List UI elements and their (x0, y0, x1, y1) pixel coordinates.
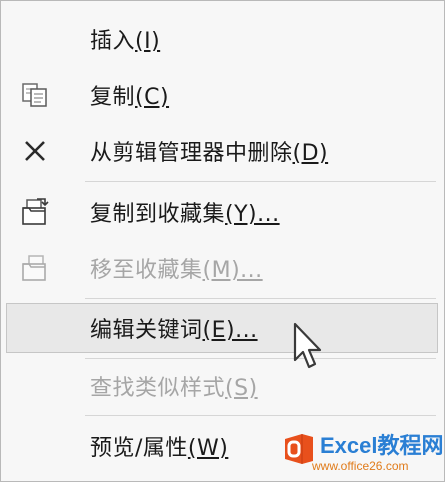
delete-x-icon (6, 126, 64, 176)
menu-item-label: 复制(C) (90, 85, 170, 110)
menu-item-label: 插入(I) (90, 29, 161, 54)
menu-separator (85, 181, 436, 182)
mouse-cursor-icon (292, 322, 326, 376)
menu-item-find-similar-style[interactable]: 查找类似样式(S) (6, 361, 438, 411)
watermark-url: www.office26.com (312, 459, 409, 473)
move-to-collection-icon (6, 243, 64, 293)
menu-separator (85, 298, 436, 299)
menu-item-label: 复制到收藏集(Y)... (90, 202, 280, 227)
menu-item-label: 移至收藏集(M)... (90, 258, 263, 283)
menu-separator (85, 358, 436, 359)
menu-item-copy-to-collection[interactable]: 复制到收藏集(Y)... (6, 187, 438, 237)
copy-icon (6, 70, 64, 120)
watermark: Excel教程网 www.office26.com (282, 428, 444, 478)
menu-item-delete-from-organizer[interactable]: 从剪辑管理器中删除(D) (6, 126, 438, 176)
menu-item-move-to-collection[interactable]: 移至收藏集(M)... (6, 243, 438, 293)
menu-item-insert[interactable]: 插入(I) (6, 14, 438, 64)
menu-item-label: 编辑关键词(E)... (90, 318, 258, 343)
menu-item-copy[interactable]: 复制(C) (6, 70, 438, 120)
context-menu: 插入(I) 复制(C) 从剪辑管理器中删除(D) 复制到收藏集(Y)... 移至… (0, 0, 445, 482)
menu-item-label: 预览/属性(W) (90, 436, 229, 461)
copy-to-collection-icon (6, 187, 64, 237)
menu-item-edit-keywords[interactable]: 编辑关键词(E)... (6, 303, 438, 353)
office-logo-icon (285, 434, 313, 464)
menu-separator (85, 415, 436, 416)
watermark-title: Excel教程网 (320, 433, 444, 458)
menu-item-label: 查找类似样式(S) (90, 376, 258, 401)
menu-item-label: 从剪辑管理器中删除(D) (90, 141, 329, 166)
